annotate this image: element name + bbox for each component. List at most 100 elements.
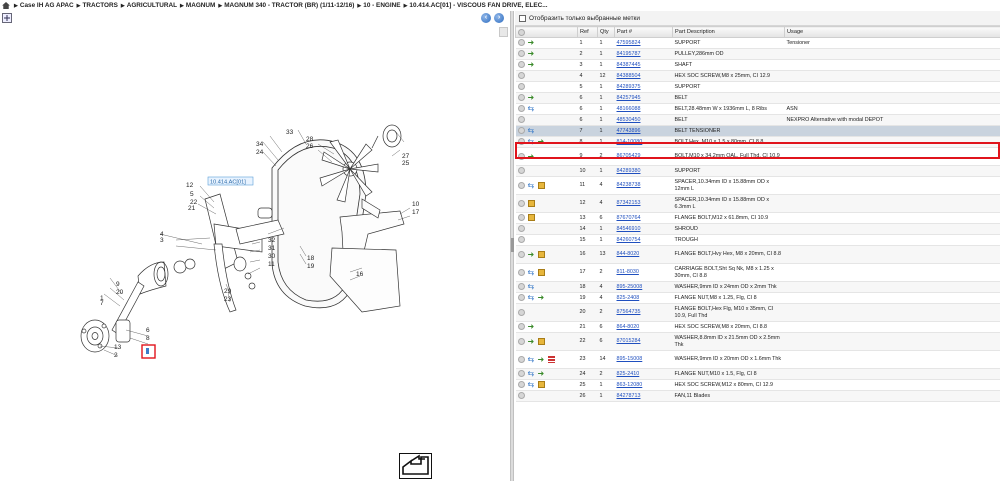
- swap-icon[interactable]: ⇆: [528, 181, 535, 189]
- diagram-ref-7[interactable]: 7: [100, 300, 104, 307]
- part-number-link[interactable]: 84289380: [617, 168, 641, 174]
- add-to-cart-icon[interactable]: [517, 50, 525, 58]
- add-to-cart-icon[interactable]: [517, 94, 525, 102]
- table-row[interactable]: ➜ 3 1 84387445 SHAFT: [515, 59, 1000, 71]
- forward-arrow-icon[interactable]: ➜: [528, 250, 535, 258]
- part-number-link[interactable]: 87015284: [617, 338, 641, 344]
- package-icon[interactable]: [537, 268, 545, 276]
- column-header-part-[interactable]: Part #: [614, 26, 673, 38]
- swap-icon[interactable]: ⇆: [528, 105, 535, 113]
- breadcrumb-item[interactable]: 10.414.AC[01] - VISCOUS FAN DRIVE, ELEC.…: [409, 2, 547, 9]
- add-to-cart-icon[interactable]: [517, 392, 525, 400]
- diagram-ref-26[interactable]: 26: [306, 143, 314, 150]
- table-row[interactable]: ⇆ ➜ 24 2 825-2410 FLANGE NUT,M10 x 1.5, Flg, …: [515, 368, 1000, 380]
- add-to-cart-icon[interactable]: [517, 72, 525, 80]
- diagram-ref-10[interactable]: 10: [412, 201, 420, 208]
- part-number-link[interactable]: 863-12080: [617, 382, 643, 388]
- column-header-part-description[interactable]: Part Description: [672, 26, 785, 38]
- add-to-cart-icon[interactable]: [517, 138, 525, 146]
- part-number-link[interactable]: 47743896: [617, 128, 641, 134]
- forward-arrow-icon[interactable]: ➜: [538, 138, 545, 146]
- diagram-ref-17[interactable]: 17: [412, 209, 420, 216]
- diagram-ref-21[interactable]: 21: [188, 205, 196, 212]
- part-number-link[interactable]: 814-10080: [617, 139, 643, 145]
- add-to-cart-icon[interactable]: [517, 199, 525, 207]
- forward-arrow-icon[interactable]: ➜: [528, 94, 535, 102]
- table-row[interactable]: 13 6 87670764 FLANGE BOLT,M12 x 61.8mm, CI …: [515, 212, 1000, 224]
- breadcrumb-item[interactable]: TRACTORS: [82, 2, 117, 9]
- column-header-usage[interactable]: Usage: [784, 26, 1000, 38]
- part-number-link[interactable]: 84388504: [617, 73, 641, 79]
- part-number-link[interactable]: 48166088: [617, 106, 641, 112]
- diagram-ref-8[interactable]: 8: [146, 335, 150, 342]
- part-number-link[interactable]: 84546910: [617, 226, 641, 232]
- column-header-qty[interactable]: Qty: [597, 26, 615, 38]
- add-to-cart-icon[interactable]: [517, 381, 525, 389]
- flag-icon[interactable]: [547, 355, 555, 363]
- swap-icon[interactable]: ⇆: [528, 127, 535, 135]
- table-row[interactable]: ➜ 9 2 86705429 BOLT,M10 x 34.2mm OAL, Full T…: [515, 147, 1000, 166]
- table-row[interactable]: 14 1 84546910 SHROUD: [515, 223, 1000, 235]
- diagram-ref-32[interactable]: 32: [268, 237, 276, 244]
- add-to-cart-icon[interactable]: [517, 283, 525, 291]
- diagram-ref-28[interactable]: 28: [306, 136, 314, 143]
- add-to-cart-icon[interactable]: [517, 167, 525, 175]
- table-row[interactable]: 26 1 84278713 FAN,11 Blades: [515, 390, 1000, 402]
- part-number-link[interactable]: 895-25008: [617, 284, 643, 290]
- diagram-ref-3[interactable]: 3: [160, 237, 164, 244]
- forward-arrow-icon[interactable]: ➜: [528, 50, 535, 58]
- part-number-link[interactable]: 84257945: [617, 95, 641, 101]
- add-to-cart-icon[interactable]: [517, 61, 525, 69]
- column-header-icons[interactable]: [515, 26, 578, 38]
- add-to-cart-icon[interactable]: [517, 294, 525, 302]
- diagram-ref-27[interactable]: 27: [402, 153, 410, 160]
- table-row[interactable]: 6 1 48530450 BELT NEXPRO Alternative with mo…: [515, 114, 1000, 126]
- part-number-link[interactable]: 87564735: [617, 309, 641, 315]
- part-number-link[interactable]: 825-2408: [617, 295, 640, 301]
- part-number-link[interactable]: 84289375: [617, 84, 641, 90]
- package-icon[interactable]: [527, 199, 535, 207]
- add-to-cart-icon[interactable]: [517, 250, 525, 258]
- diagram-ref-31[interactable]: 31: [268, 245, 276, 252]
- add-to-cart-icon[interactable]: [517, 83, 525, 91]
- diagram-ref-29[interactable]: 29: [224, 288, 232, 295]
- part-number-link[interactable]: 84387445: [617, 62, 641, 68]
- table-row[interactable]: ➜ 16 13 844-8020 FLANGE BOLT,Hvy Hex, M8 x 2…: [515, 245, 1000, 264]
- next-button[interactable]: ›: [494, 13, 504, 23]
- package-icon[interactable]: [527, 214, 535, 222]
- breadcrumb-item[interactable]: 10 - ENGINE: [363, 2, 400, 9]
- add-to-cart-icon[interactable]: [517, 181, 525, 189]
- swap-icon[interactable]: ⇆: [528, 283, 535, 291]
- part-number-link[interactable]: 84260754: [617, 237, 641, 243]
- add-to-cart-icon[interactable]: [517, 152, 525, 160]
- diagram-ref-23[interactable]: 23: [224, 296, 232, 303]
- fit-icon[interactable]: [2, 13, 12, 23]
- part-number-link[interactable]: 84238738: [617, 182, 641, 188]
- diagram-ref-11[interactable]: 11: [268, 261, 275, 268]
- swap-icon[interactable]: ⇆: [528, 381, 535, 389]
- diagram-ref-34[interactable]: 34: [256, 141, 264, 148]
- table-row[interactable]: ⇆ 17 2 811-8030 CARRIAGE BOLT,Sht Sq Nk, M8 …: [515, 263, 1000, 282]
- swap-icon[interactable]: ⇆: [528, 294, 535, 302]
- add-to-cart-icon[interactable]: [517, 214, 525, 222]
- breadcrumb-item[interactable]: Case IH AG APAC: [20, 2, 74, 9]
- part-number-link[interactable]: 895-15008: [617, 356, 643, 362]
- part-number-link[interactable]: 86705429: [617, 153, 641, 159]
- table-row[interactable]: ➜ 21 6 864-8020 HEX SOC SCREW,M8 x 20mm, CI …: [515, 321, 1000, 333]
- add-to-cart-icon[interactable]: [517, 355, 525, 363]
- part-number-link[interactable]: 48530450: [617, 117, 641, 123]
- diagram-ref-4[interactable]: 4: [160, 231, 164, 238]
- diagram-ref-12[interactable]: 12: [186, 182, 194, 189]
- part-number-link[interactable]: 84195787: [617, 51, 641, 57]
- swap-icon[interactable]: ⇆: [528, 268, 535, 276]
- package-icon[interactable]: [537, 381, 545, 389]
- table-row[interactable]: 5 1 84289375 SUPPORT: [515, 81, 1000, 93]
- diagram-ref-30[interactable]: 30: [268, 253, 276, 260]
- table-row[interactable]: ⇆ ➜ 8 1 814-10080 BOLT,Hex, M10 x 1.5 x 80mm,…: [515, 136, 1000, 148]
- table-row[interactable]: 10 1 84289380 SUPPORT: [515, 165, 1000, 177]
- table-row[interactable]: 15 1 84260754 TROUGH: [515, 234, 1000, 246]
- splitter-handle[interactable]: [511, 238, 514, 252]
- add-to-cart-icon[interactable]: [517, 268, 525, 276]
- part-number-link[interactable]: 47595824: [617, 40, 641, 46]
- table-row[interactable]: ⇆ 18 4 895-25008 WASHER,9mm ID x 24mm OD x 2…: [515, 281, 1000, 293]
